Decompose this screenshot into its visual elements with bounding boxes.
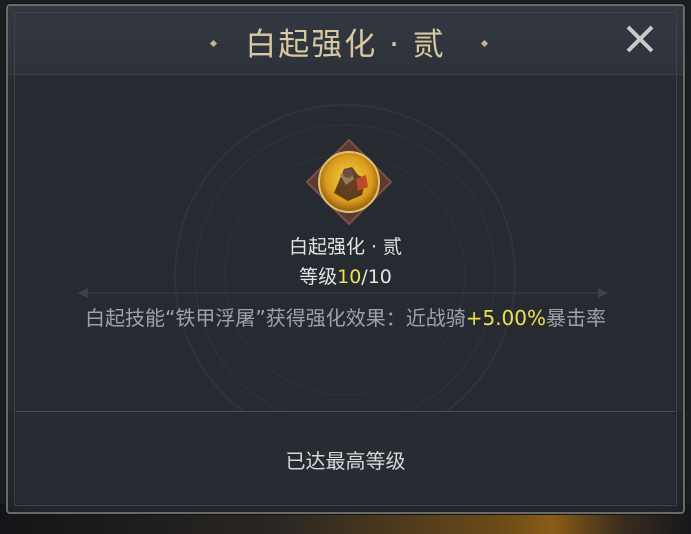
skill-icon-frame (305, 138, 393, 226)
close-button[interactable] (619, 18, 661, 60)
effect-suffix: 暴击率 (546, 306, 607, 330)
dialog-header: 白起强化 · 贰 (8, 6, 683, 75)
level-label: 等级 (299, 266, 338, 288)
max-level-status: 已达最高等级 (285, 449, 406, 473)
warrior-portrait-icon (305, 138, 393, 226)
effect-value: +5.00% (465, 306, 547, 330)
skill-name: 白起强化 · 贰 (288, 236, 403, 258)
dialog-title: 白起强化 · 贰 (245, 27, 446, 63)
close-x-icon (626, 25, 654, 53)
level-max: 10 (367, 266, 392, 288)
dialog-footer: 已达最高等级 (16, 411, 675, 504)
skill-level: 等级10/10 (8, 262, 683, 289)
effect-prefix: 白起技能“铁甲浮屠”获得强化效果：近战骑 (84, 306, 466, 330)
skill-upgrade-dialog: 白起强化 · 贰 白起强化 · 贰 等级10/10 白起技能“铁甲浮屠”获得强化… (6, 4, 685, 514)
level-current: 10 (337, 266, 362, 288)
effect-description: 白起技能“铁甲浮屠”获得强化效果：近战骑+5.00%暴击率 (8, 302, 683, 331)
